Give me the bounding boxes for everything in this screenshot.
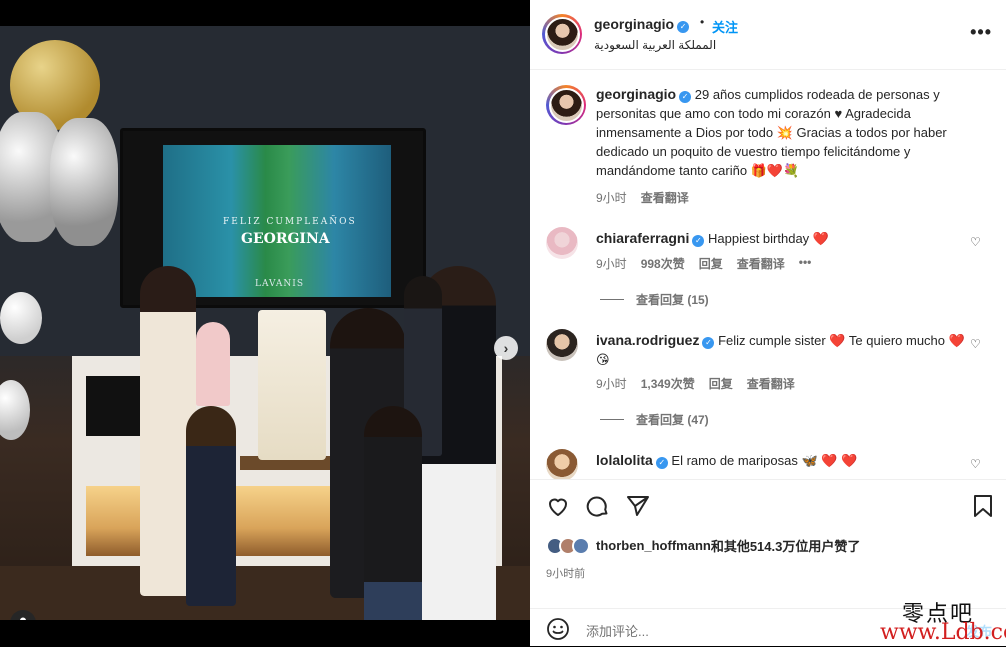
commenter-avatar[interactable] [546, 329, 578, 361]
reply-button[interactable]: 回复 [709, 375, 733, 392]
birthday-cake [258, 310, 326, 460]
caption-body: georginagio ✓ 29 años cumplidos rodeada d… [596, 85, 976, 180]
emoji-icon[interactable] [546, 617, 570, 641]
carousel-next-button[interactable]: › [494, 336, 518, 360]
like-comment-icon[interactable]: ♡ [970, 235, 982, 249]
tv-text: GEORGINA [241, 231, 330, 247]
comment-text: El ramo de mariposas 🦋 ❤️ ❤️ [671, 453, 858, 468]
post-header: georginagio ✓ • 关注 المملكة العربية السعود… [530, 0, 1006, 70]
chevron-right-icon: › [503, 340, 509, 356]
caption-username[interactable]: georginagio ✓ [596, 86, 692, 103]
see-translation-link[interactable]: 查看翻译 [641, 189, 689, 206]
comment-options-icon[interactable]: ••• [799, 255, 812, 272]
bottom-letterbox [0, 620, 530, 646]
verified-icon: ✓ [702, 337, 715, 349]
comment-icon[interactable] [586, 494, 610, 518]
caption: georginagio ✓ 29 años cumplidos rodeada d… [546, 85, 986, 215]
post-timestamp[interactable]: 9小时前 [546, 565, 585, 581]
verified-icon: ✓ [692, 235, 705, 247]
share-icon[interactable] [626, 494, 650, 518]
verified-icon: ✓ [677, 21, 690, 33]
white-balloon [0, 380, 30, 440]
comment-body: lolalolita ✓ El ramo de mariposas 🦋 ❤️ ❤️ [596, 451, 976, 470]
caption-meta: 9小时 查看翻译 [596, 189, 689, 206]
liked-by-username[interactable]: thorben_hoffmann [596, 538, 711, 553]
commenter-avatar[interactable] [546, 449, 578, 479]
divider-line [600, 299, 624, 300]
comment-likes[interactable]: 998次赞 [641, 255, 685, 272]
comment-meta: 9小时 998次赞 回复 查看翻译 ••• [596, 255, 811, 272]
follow-button[interactable]: 关注 [712, 17, 738, 36]
comment-likes[interactable]: 1,349次赞 [641, 375, 695, 392]
comments-list[interactable]: georginagio ✓ 29 años cumplidos rodeada d… [530, 71, 1006, 479]
comment-input[interactable]: 添加评论... [586, 621, 649, 640]
post-photo[interactable]: FELIZ CUMPLEAÑOS GEORGINA LAVANIS › [0, 26, 530, 620]
comment-time: 9小时 [596, 377, 627, 391]
comment: ivana.rodriguez ✓ Feliz cumple sister ❤️ … [546, 329, 986, 391]
likes-count-text[interactable]: 和其他514.3万位用户赞了 [711, 536, 861, 555]
liker-avatars [546, 536, 590, 555]
comment-username[interactable]: chiaraferragni ✓ [596, 230, 705, 247]
heart-icon[interactable] [546, 494, 570, 518]
author-username[interactable]: georginagio ✓ [594, 16, 690, 33]
white-balloon [0, 292, 42, 344]
divider-line [600, 419, 624, 420]
comment-text: Happiest birthday ❤️ [708, 231, 829, 246]
see-translation-link[interactable]: 查看翻译 [737, 255, 785, 272]
view-replies-label: 查看回复 (15) [636, 293, 709, 307]
comment-meta: 9小时 1,349次赞 回复 查看翻译 [596, 375, 795, 392]
verified-icon: ✓ [679, 91, 692, 103]
like-comment-icon[interactable]: ♡ [970, 457, 982, 471]
silver-balloon-9 [50, 118, 118, 246]
comment-body: chiaraferragni ✓ Happiest birthday ❤️ [596, 229, 976, 248]
comment-time: 9小时 [596, 257, 627, 271]
comment: chiaraferragni ✓ Happiest birthday ❤️ 9小时… [546, 227, 986, 271]
action-icons [546, 494, 650, 518]
see-translation-link[interactable]: 查看翻译 [747, 375, 795, 392]
instagram-post-modal: FELIZ CUMPLEAÑOS GEORGINA LAVANIS › geor… [0, 0, 1006, 646]
bookmark-icon[interactable] [972, 494, 994, 518]
comment-username[interactable]: ivana.rodriguez ✓ [596, 332, 715, 349]
view-replies-button[interactable]: 查看回复 (15) [600, 291, 709, 308]
verified-icon: ✓ [655, 457, 668, 469]
caption-time: 9小时 [596, 191, 627, 205]
comment-username[interactable]: lolalolita ✓ [596, 452, 668, 469]
person-boy [364, 406, 422, 620]
comment: lolalolita ✓ El ramo de mariposas 🦋 ❤️ ❤️… [546, 449, 986, 479]
commenter-avatar[interactable] [546, 227, 578, 259]
like-comment-icon[interactable]: ♡ [970, 337, 982, 351]
author-avatar[interactable] [546, 85, 586, 125]
likes-summary[interactable]: thorben_hoffmann 和其他514.3万位用户赞了 [546, 536, 860, 555]
location-link[interactable]: المملكة العربية السعودية [594, 38, 716, 52]
post-details-panel: georginagio ✓ • 关注 المملكة العربية السعود… [530, 0, 1006, 646]
tv-text: LAVANIS [255, 279, 305, 289]
liker-avatar [572, 536, 590, 555]
separator-dot: • [700, 15, 705, 29]
watermark-url: www.Ldb.cc [880, 620, 1006, 645]
author-avatar[interactable] [542, 14, 582, 54]
more-options-icon[interactable]: ••• [970, 22, 992, 43]
tv-text: FELIZ CUMPLEAÑOS [223, 217, 357, 227]
person-girl [186, 406, 236, 606]
reply-button[interactable]: 回复 [699, 255, 723, 272]
view-replies-button[interactable]: 查看回复 (47) [600, 411, 709, 428]
person-baby [196, 322, 230, 406]
view-replies-label: 查看回复 (47) [636, 413, 709, 427]
top-letterbox [0, 0, 530, 26]
comment-body: ivana.rodriguez ✓ Feliz cumple sister ❤️ … [596, 331, 976, 369]
